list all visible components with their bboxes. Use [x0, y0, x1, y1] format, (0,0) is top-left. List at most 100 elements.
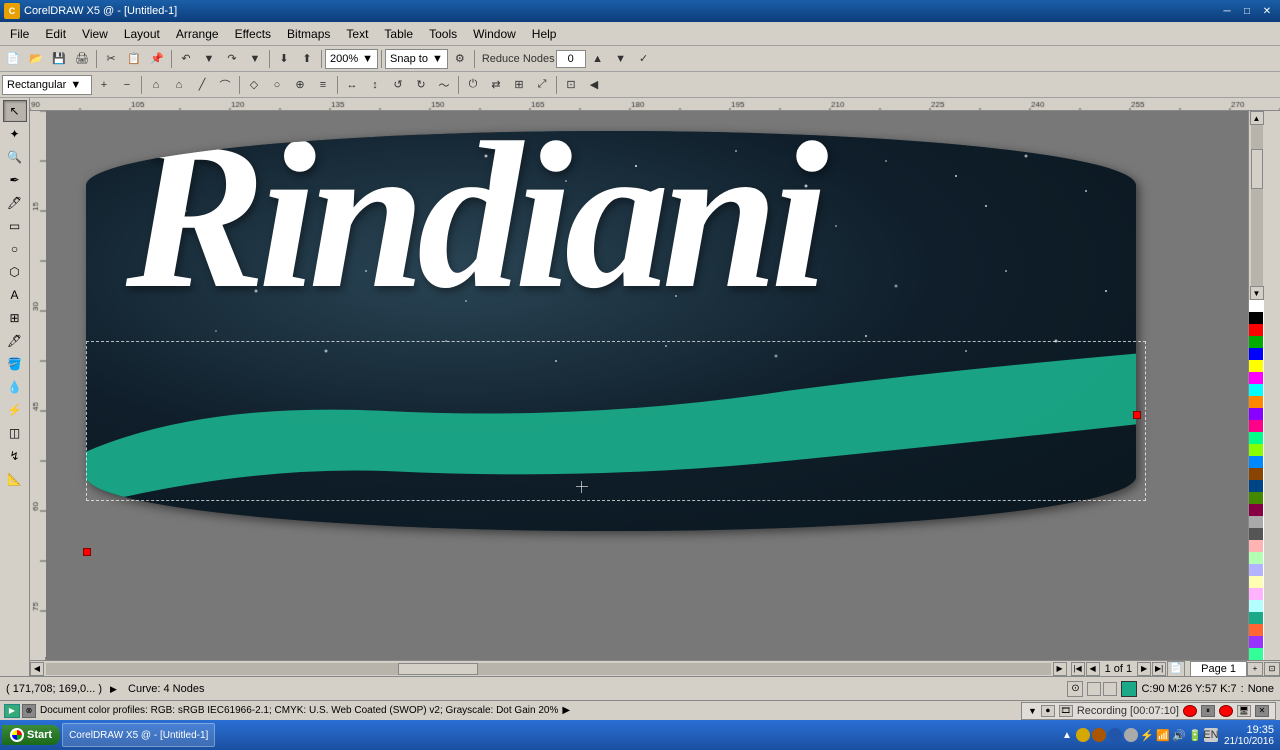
node-smooth-btn[interactable]: ○ [266, 74, 288, 96]
snap-ind-2[interactable] [1103, 682, 1117, 696]
scroll-left-btn[interactable]: ◀ [30, 662, 44, 676]
menu-bitmaps[interactable]: Bitmaps [279, 25, 338, 43]
fit-page-btn[interactable]: ⊡ [1264, 662, 1280, 676]
reverse-curve-btn[interactable]: ⇄ [485, 74, 507, 96]
node-cusp-btn[interactable]: ◇ [243, 74, 265, 96]
tray-icon-speaker[interactable]: 🔊 [1172, 728, 1186, 742]
h-scroll-track[interactable] [46, 663, 1051, 675]
menu-text[interactable]: Text [338, 25, 376, 43]
palette-swatch[interactable] [1249, 516, 1263, 528]
scroll-right-btn[interactable]: ▶ [1053, 662, 1067, 676]
shape-selector[interactable]: Rectangular ▼ [2, 75, 92, 95]
rec-stop-btn[interactable] [1183, 705, 1197, 717]
palette-swatch[interactable] [1249, 576, 1263, 588]
stretch-btn[interactable]: ⤢ [531, 74, 553, 96]
rec-close-btn[interactable]: ✕ [1255, 705, 1269, 717]
palette-swatch[interactable] [1249, 636, 1263, 648]
node-break-btn[interactable]: ⌂ [168, 74, 190, 96]
maximize-button[interactable]: □ [1238, 3, 1256, 19]
palette-swatch[interactable] [1249, 492, 1263, 504]
tray-icon-battery[interactable]: 🔋 [1188, 728, 1202, 742]
tool-node[interactable]: ✦ [3, 123, 27, 145]
palette-swatch[interactable] [1249, 336, 1263, 348]
quick-icon-1[interactable]: ▶ [4, 704, 20, 718]
h-scroll-thumb[interactable] [398, 663, 478, 675]
reduce-nodes-input[interactable] [556, 50, 586, 68]
zoom-in-corner[interactable]: + [1247, 662, 1263, 676]
next-page-btn[interactable]: ▶ [1137, 662, 1151, 676]
reduce-nodes-apply[interactable]: ✓ [633, 48, 655, 70]
tray-icon-bluetooth[interactable]: ⚡ [1140, 728, 1154, 742]
v-scroll-track[interactable] [1251, 125, 1263, 286]
tool-rectangle[interactable]: ▭ [3, 215, 27, 237]
v-scrollbar[interactable]: ▲ ▼ [1248, 111, 1264, 300]
main-canvas-area[interactable]: Rindiani [46, 111, 1248, 660]
tool-measure[interactable]: 📐 [3, 468, 27, 490]
palette-swatch[interactable] [1249, 564, 1263, 576]
menu-window[interactable]: Window [465, 25, 524, 43]
scroll-down-btn[interactable]: ▼ [1250, 286, 1264, 300]
rec-rec-btn[interactable] [1219, 705, 1233, 717]
reduce-nodes-down[interactable]: ▼ [610, 48, 632, 70]
first-page-btn[interactable]: |◀ [1071, 662, 1085, 676]
reduce-nodes-up[interactable]: ▲ [587, 48, 609, 70]
menu-help[interactable]: Help [524, 25, 565, 43]
new-button[interactable]: 📄 [2, 48, 24, 70]
extract-subpath-btn[interactable]: ⊞ [508, 74, 530, 96]
palette-swatch[interactable] [1249, 504, 1263, 516]
cut-button[interactable]: ✂ [100, 48, 122, 70]
doc-profile-expand[interactable]: ▶ [562, 705, 570, 716]
palette-swatch[interactable] [1249, 432, 1263, 444]
palette-swatch[interactable] [1249, 444, 1263, 456]
quick-icon-2[interactable]: ⊗ [22, 704, 36, 718]
node-del-btn[interactable]: − [116, 74, 138, 96]
tool-table[interactable]: ⊞ [3, 307, 27, 329]
palette-swatch[interactable] [1249, 600, 1263, 612]
palette-swatch[interactable] [1249, 648, 1263, 660]
palette-swatch[interactable] [1249, 528, 1263, 540]
last-page-btn[interactable]: ▶| [1152, 662, 1166, 676]
snap-ind-1[interactable] [1087, 682, 1101, 696]
rec-ctrl-2[interactable]: 🎞 [1059, 705, 1073, 717]
menu-tools[interactable]: Tools [421, 25, 465, 43]
snap-dropdown[interactable]: Snap to ▼ [385, 49, 448, 69]
tool-pen[interactable]: 🖊 [3, 192, 27, 214]
menu-table[interactable]: Table [376, 25, 421, 43]
tool-ellipse[interactable]: ○ [3, 238, 27, 260]
palette-swatch[interactable] [1249, 360, 1263, 372]
tool-eyedrop[interactable]: 💧 [3, 376, 27, 398]
close-path-btn[interactable]: ⏻ [462, 74, 484, 96]
zoom-dropdown[interactable]: 200% ▼ [325, 49, 378, 69]
tool-text[interactable]: A [3, 284, 27, 306]
tool-freehand[interactable]: ✒ [3, 169, 27, 191]
copy-button[interactable]: 📋 [123, 48, 145, 70]
rec-ctrl-1[interactable]: ⏺ [1041, 705, 1055, 717]
minimize-button[interactable]: ─ [1218, 3, 1236, 19]
menu-layout[interactable]: Layout [116, 25, 168, 43]
tray-icon-1[interactable]: ▲ [1060, 728, 1074, 742]
open-button[interactable]: 📂 [25, 48, 47, 70]
elastic-mode-btn[interactable]: 〜 [433, 74, 455, 96]
palette-swatch[interactable] [1249, 300, 1263, 312]
export-button[interactable]: ⬆ [296, 48, 318, 70]
palette-swatch[interactable] [1249, 396, 1263, 408]
undo-button[interactable]: ↶ [175, 48, 197, 70]
snap-status-icon[interactable]: ⊙ [1067, 681, 1083, 697]
tool-zoom[interactable]: 🔍 [3, 146, 27, 168]
tool-fill[interactable]: 🪣 [3, 353, 27, 375]
node-align-btn[interactable]: ≡ [312, 74, 334, 96]
menu-edit[interactable]: Edit [37, 25, 74, 43]
palette-swatch[interactable] [1249, 480, 1263, 492]
prev-page-btn[interactable]: ◀ [1086, 662, 1100, 676]
rotate-cw-btn[interactable]: ↻ [410, 74, 432, 96]
tool-outline[interactable]: 🖋 [3, 330, 27, 352]
tray-icon-wifi[interactable]: 📶 [1156, 728, 1170, 742]
mirror-v-btn[interactable]: ↕ [364, 74, 386, 96]
node-snap-btn[interactable]: ⊡ [560, 74, 582, 96]
tool-connector[interactable]: ↯ [3, 445, 27, 467]
node-join-btn[interactable]: ⌂ [145, 74, 167, 96]
redo-drop[interactable]: ▼ [244, 48, 266, 70]
node-curve-btn[interactable]: ⌒ [214, 74, 236, 96]
v-scroll-thumb[interactable] [1251, 149, 1263, 189]
palette-swatch[interactable] [1249, 312, 1263, 324]
